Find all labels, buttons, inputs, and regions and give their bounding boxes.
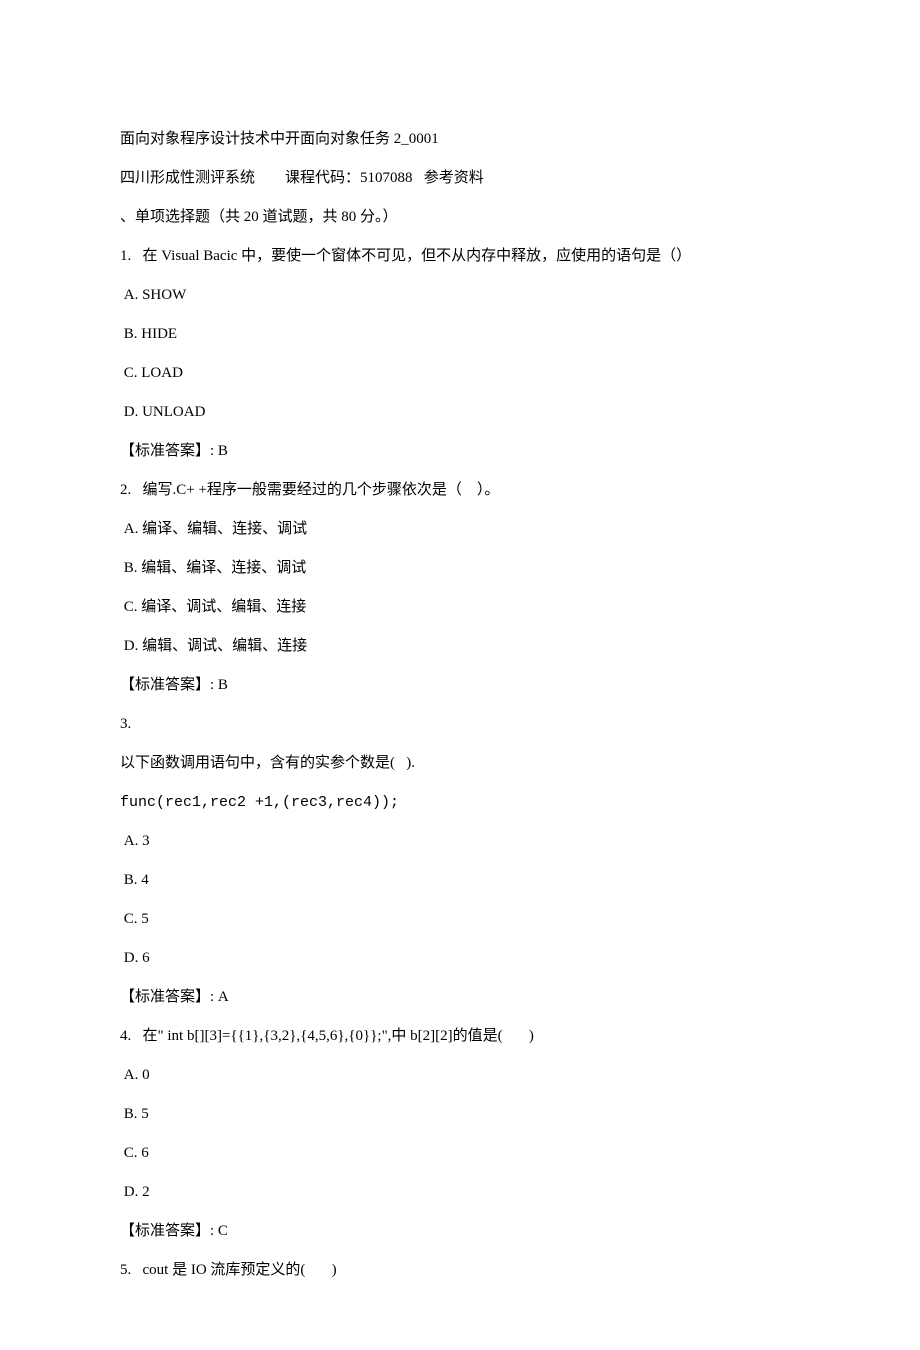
question-extra: 以下函数调用语句中，含有的实参个数是( ). — [120, 744, 800, 783]
answer-line: 【标准答案】: B — [120, 432, 800, 471]
answer-line: 【标准答案】: A — [120, 978, 800, 1017]
question-option: B. HIDE — [120, 315, 800, 354]
question-option: D. 6 — [120, 939, 800, 978]
question-option: D. 编辑、调试、编辑、连接 — [120, 627, 800, 666]
doc-subtitle: 四川形成性测评系统 课程代码：5107088 参考资料 — [120, 159, 800, 198]
question-text: 在 Visual Bacic 中，要使一个窗体不可见，但不从内存中释放，应使用的… — [143, 248, 692, 264]
question-option: C. 6 — [120, 1134, 800, 1173]
question-option: B. 5 — [120, 1095, 800, 1134]
question-option: A. 0 — [120, 1056, 800, 1095]
answer-line: 【标准答案】: C — [120, 1212, 800, 1251]
question-text: cout 是 IO 流库预定义的( ) — [143, 1262, 337, 1278]
doc-title: 面向对象程序设计技术中开面向对象任务 2_0001 — [120, 120, 800, 159]
question-line: 2. 编写.C+ +程序一般需要经过的几个步骤依次是（ ）。 — [120, 471, 800, 510]
question-line: 1. 在 Visual Bacic 中，要使一个窗体不可见，但不从内存中释放，应… — [120, 237, 800, 276]
question-option: B. 4 — [120, 861, 800, 900]
question-number: 5. — [120, 1262, 131, 1278]
question-line: 3. — [120, 705, 800, 744]
question-option: A. SHOW — [120, 276, 800, 315]
question-option: A. 编译、编辑、连接、调试 — [120, 510, 800, 549]
section-header: 、单项选择题（共 20 道试题，共 80 分。） — [120, 198, 800, 237]
question-number: 1. — [120, 248, 131, 264]
question-number: 2. — [120, 482, 131, 498]
question-option: D. UNLOAD — [120, 393, 800, 432]
question-line: 4. 在" int b[][3]={{1},{3,2},{4,5,6},{0}}… — [120, 1017, 800, 1056]
question-option: A. 3 — [120, 822, 800, 861]
question-number: 4. — [120, 1028, 131, 1044]
document-page: 面向对象程序设计技术中开面向对象任务 2_0001 四川形成性测评系统 课程代码… — [0, 0, 920, 1350]
question-option: C. 5 — [120, 900, 800, 939]
question-line: 5. cout 是 IO 流库预定义的( ) — [120, 1251, 800, 1290]
question-text: 编写.C+ +程序一般需要经过的几个步骤依次是（ ）。 — [143, 482, 500, 498]
question-option: D. 2 — [120, 1173, 800, 1212]
question-option: B. 编辑、编译、连接、调试 — [120, 549, 800, 588]
question-code: func(rec1,rec2 +1,(rec3,rec4)); — [120, 783, 800, 822]
answer-line: 【标准答案】: B — [120, 666, 800, 705]
question-text: 在" int b[][3]={{1},{3,2},{4,5,6},{0}};",… — [143, 1028, 534, 1044]
question-number: 3. — [120, 716, 131, 732]
question-option: C. LOAD — [120, 354, 800, 393]
question-option: C. 编译、调试、编辑、连接 — [120, 588, 800, 627]
